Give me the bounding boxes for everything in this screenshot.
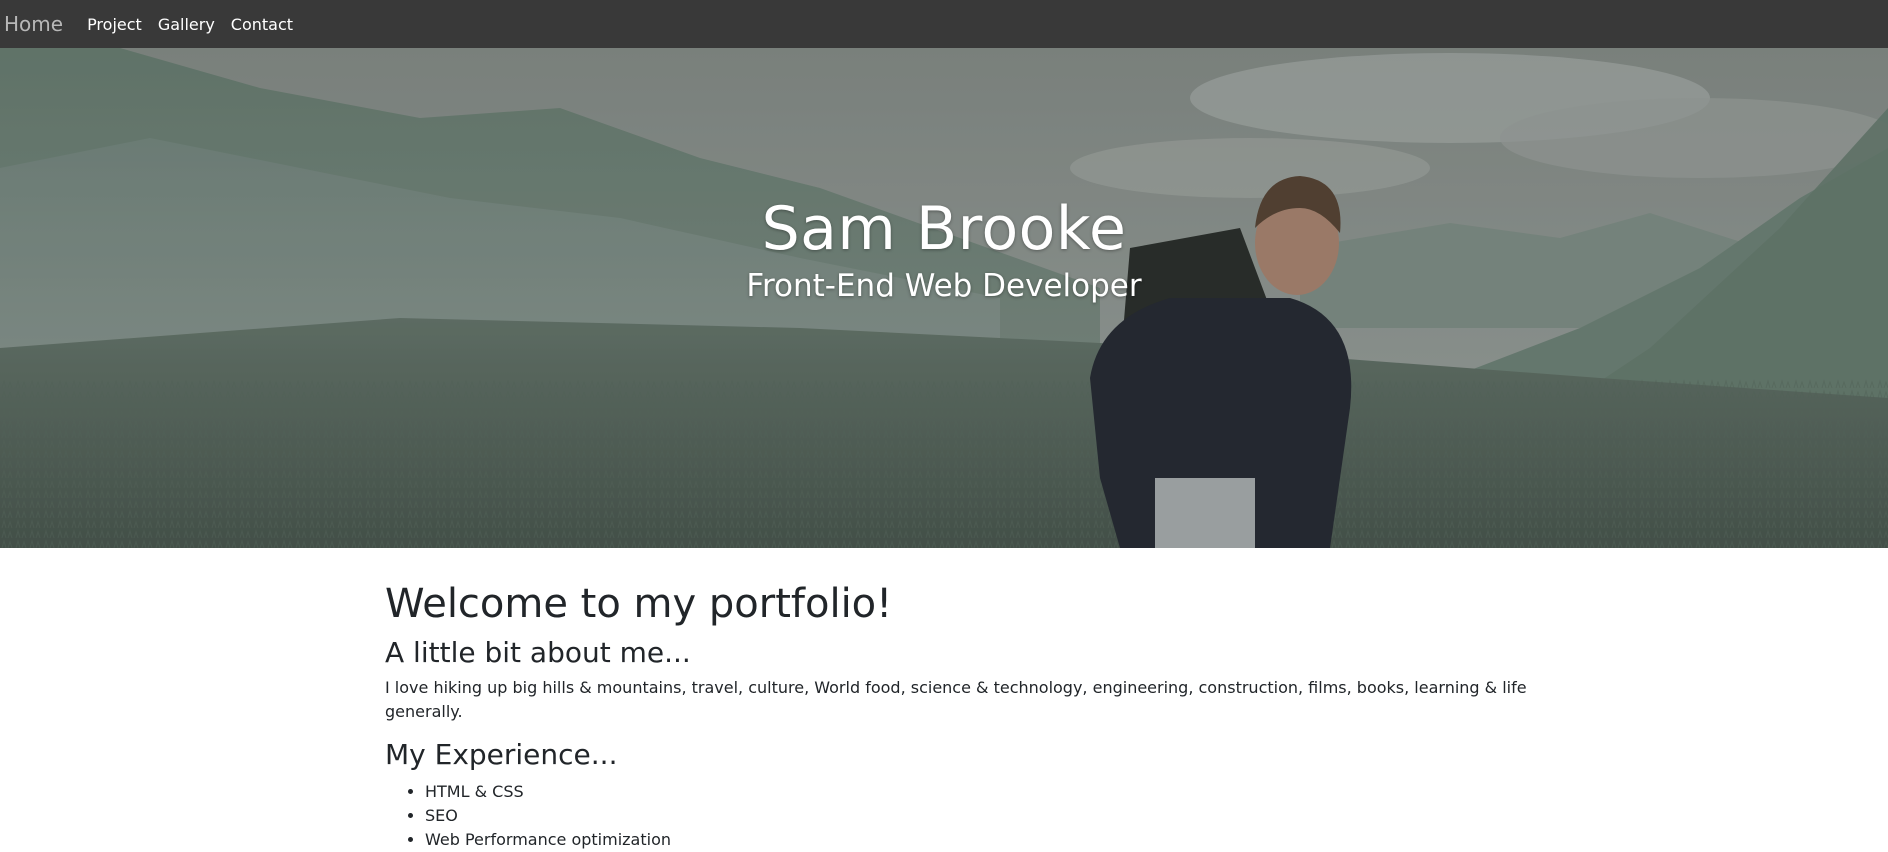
nav-project-link[interactable]: Project (87, 15, 142, 34)
experience-item: HTML & CSS (425, 780, 1585, 804)
about-heading: A little bit about me... (385, 636, 691, 669)
top-navbar: Home Project Gallery Contact (0, 0, 1888, 48)
hero-banner: Sam Brooke Front-End Web Developer (0, 48, 1888, 548)
experience-list: HTML & CSS SEO Web Performance optimizat… (385, 780, 1585, 852)
nav-gallery-link[interactable]: Gallery (158, 15, 215, 34)
experience-item: SEO (425, 804, 1585, 828)
nav-home-link[interactable]: Home (4, 12, 63, 36)
about-text: I love hiking up big hills & mountains, … (385, 678, 1527, 721)
hero-title: Sam Brooke (761, 194, 1127, 264)
nav-contact-link[interactable]: Contact (231, 15, 293, 34)
main-content: Welcome to my portfolio! A little bit ab… (385, 580, 1585, 852)
hero-subtitle: Front-End Web Developer (746, 268, 1142, 304)
experience-item: Web Performance optimization (425, 828, 1585, 852)
experience-heading: My Experience... (385, 738, 618, 771)
welcome-heading: Welcome to my portfolio! (385, 581, 893, 627)
